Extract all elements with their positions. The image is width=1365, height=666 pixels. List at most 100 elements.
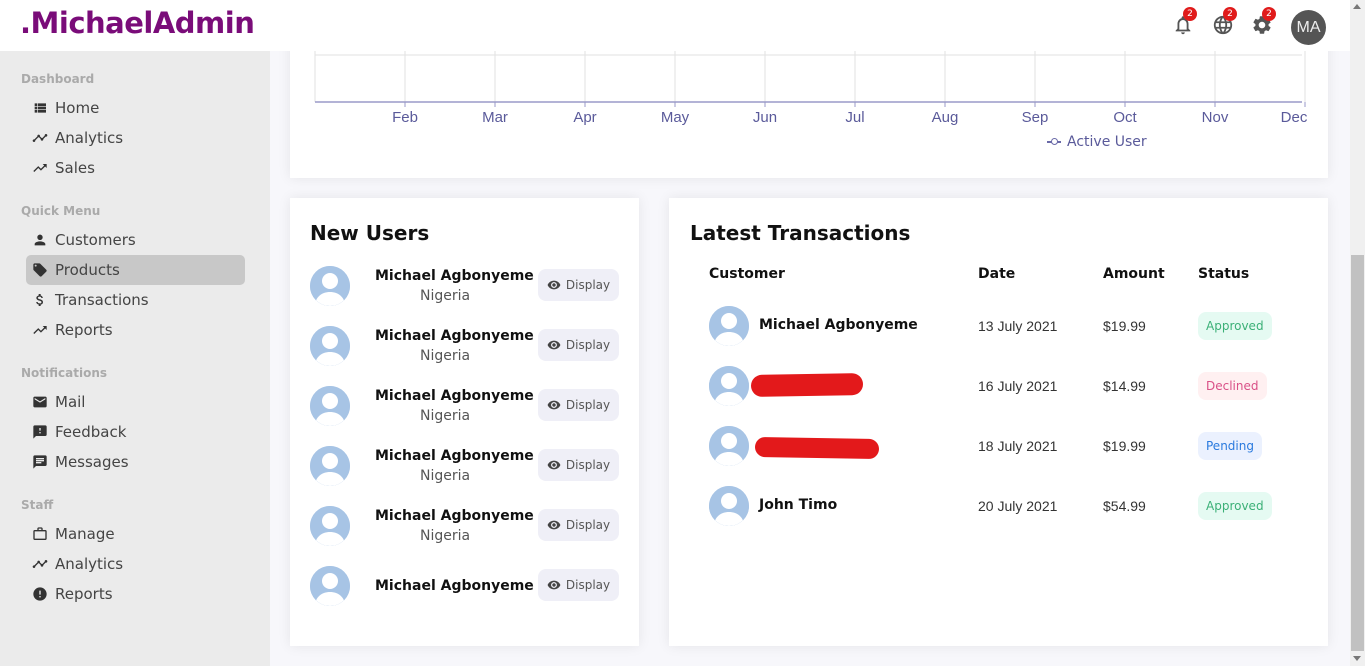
sidebar-item-products[interactable]: Products <box>26 255 245 285</box>
chart-x-tick-label: Nov <box>1202 109 1229 126</box>
notifications-button[interactable]: 2 <box>1172 7 1197 36</box>
display-user-button[interactable]: Display <box>538 389 619 421</box>
user-avatar-image <box>310 326 350 366</box>
sidebar-item-sales[interactable]: Sales <box>26 153 245 183</box>
sidebar-item-customers[interactable]: Customers <box>26 225 245 255</box>
top-bar: .MichaelAdmin 2 2 2 MA <box>0 0 1350 51</box>
display-user-button[interactable]: Display <box>538 449 619 481</box>
new-users-card: New Users Michael Agbonyeme Nigeria Displa… <box>290 198 639 646</box>
chart-x-tick-label: Mar <box>482 109 508 126</box>
display-button-label: Display <box>565 518 611 532</box>
person-icon <box>34 234 46 246</box>
sidebar-section-notifications: Notifications <box>21 366 108 380</box>
app-logo[interactable]: .MichaelAdmin <box>20 6 255 40</box>
customer-avatar <box>709 426 749 466</box>
user-country: Nigeria <box>420 468 471 484</box>
chart-x-tick-label: Apr <box>573 109 596 126</box>
user-name: Michael Agbonyeme <box>375 508 534 524</box>
sidebar-item-label: Mail <box>55 393 86 411</box>
sidebar-item-label: Reports <box>55 321 113 339</box>
sidebar-item-label: Analytics <box>55 555 124 573</box>
person-avatar-icon <box>310 566 350 606</box>
sidebar-item-analytics[interactable]: Analytics <box>26 123 245 153</box>
sidebar-item-reports[interactable]: Reports <box>26 315 245 345</box>
timeline-icon <box>32 134 48 142</box>
chart-x-tick-label: Jul <box>845 109 864 126</box>
line-chart: Feb Mar Apr May Jun Jul Aug Sep Oct Nov Dec <box>314 30 1308 126</box>
sidebar: Dashboard Home Analytics Sales Quick Men… <box>0 51 270 666</box>
new-users-title: New Users <box>310 221 430 245</box>
chart-x-tick-label: Aug <box>932 109 959 126</box>
eye-icon <box>547 520 561 530</box>
sidebar-item-messages[interactable]: Messages <box>26 447 245 477</box>
sidebar-item-transactions[interactable]: Transactions <box>26 285 245 315</box>
settings-count-badge: 2 <box>1262 7 1276 21</box>
sidebar-item-staff-reports[interactable]: Reports <box>26 579 245 609</box>
dollar-icon <box>36 294 43 306</box>
sidebar-item-home[interactable]: Home <box>26 93 245 123</box>
sidebar-item-label: Transactions <box>55 291 149 309</box>
settings-button[interactable]: 2 <box>1251 7 1276 36</box>
sidebar-item-label: Feedback <box>55 423 127 441</box>
transaction-date: 16 July 2021 <box>978 378 1058 394</box>
sidebar-item-label: Reports <box>55 585 113 603</box>
status-badge[interactable]: Approved <box>1198 492 1272 520</box>
display-button-label: Display <box>565 458 611 472</box>
customer-name: John Timo <box>759 497 838 513</box>
new-user-row: Michael Agbonyeme Nigeria Display <box>310 386 620 430</box>
status-badge[interactable]: Pending <box>1198 432 1262 460</box>
display-user-button[interactable]: Display <box>538 509 619 541</box>
sidebar-item-label: Messages <box>55 453 129 471</box>
display-user-button[interactable]: Display <box>538 269 619 301</box>
display-user-button[interactable]: Display <box>538 569 619 601</box>
scroll-up-arrow-icon[interactable] <box>1353 4 1361 9</box>
sidebar-item-label: Analytics <box>55 129 124 147</box>
status-badge[interactable]: Declined <box>1198 372 1267 400</box>
sidebar-item-label: Manage <box>55 525 115 543</box>
notification-count-badge: 2 <box>1183 7 1197 21</box>
transaction-amount: $54.99 <box>1103 498 1146 514</box>
user-country: Nigeria <box>420 528 471 544</box>
sidebar-section-quick-menu: Quick Menu <box>21 204 101 218</box>
column-header-amount: Amount <box>1103 266 1165 282</box>
status-badge[interactable]: Approved <box>1198 312 1272 340</box>
user-avatar-image <box>310 386 350 426</box>
user-avatar-image <box>310 566 350 606</box>
chart-x-tick-label: Jun <box>753 109 777 126</box>
user-country: Nigeria <box>420 408 471 424</box>
sidebar-item-staff-analytics[interactable]: Analytics <box>26 549 245 579</box>
person-avatar-icon <box>310 266 350 306</box>
mail-icon <box>33 396 47 408</box>
eye-icon <box>547 580 561 590</box>
sidebar-item-feedback[interactable]: Feedback <box>26 417 245 447</box>
page-scrollbar[interactable] <box>1350 0 1365 666</box>
chart-x-tick-label: Feb <box>392 109 418 126</box>
customer-avatar <box>709 306 749 346</box>
chart-x-tick-label: Dec <box>1281 109 1308 126</box>
display-button-label: Display <box>565 338 611 352</box>
chart-legend[interactable]: Active User <box>1047 134 1147 150</box>
user-avatar[interactable]: MA <box>1291 10 1326 45</box>
sidebar-item-mail[interactable]: Mail <box>26 387 245 417</box>
language-button[interactable]: 2 <box>1212 7 1237 36</box>
scrollbar-thumb[interactable] <box>1351 255 1364 651</box>
scroll-down-arrow-icon[interactable] <box>1353 656 1361 661</box>
user-analytics-chart: Feb Mar Apr May Jun Jul Aug Sep Oct Nov Dec Active… <box>290 30 1328 178</box>
person-avatar-icon <box>310 326 350 366</box>
user-country: Nigeria <box>420 288 471 304</box>
display-button-label: Display <box>565 278 611 292</box>
new-user-row: Michael Agbonyeme Nigeria Display <box>310 506 620 550</box>
transaction-amount: $19.99 <box>1103 318 1146 334</box>
user-name: Michael Agbonyeme <box>375 388 534 404</box>
customer-name: Michael Agbonyeme <box>759 317 918 333</box>
sidebar-item-label: Customers <box>55 231 136 249</box>
display-user-button[interactable]: Display <box>538 329 619 361</box>
person-avatar-icon <box>310 386 350 426</box>
timeline-icon <box>32 560 48 568</box>
person-avatar-icon <box>709 366 749 406</box>
new-user-row: Michael Agbonyeme Nigeria Display <box>310 326 620 370</box>
user-avatar-image <box>310 266 350 306</box>
feedback-icon <box>33 425 47 439</box>
sidebar-item-manage[interactable]: Manage <box>26 519 245 549</box>
home-icon <box>34 103 46 113</box>
